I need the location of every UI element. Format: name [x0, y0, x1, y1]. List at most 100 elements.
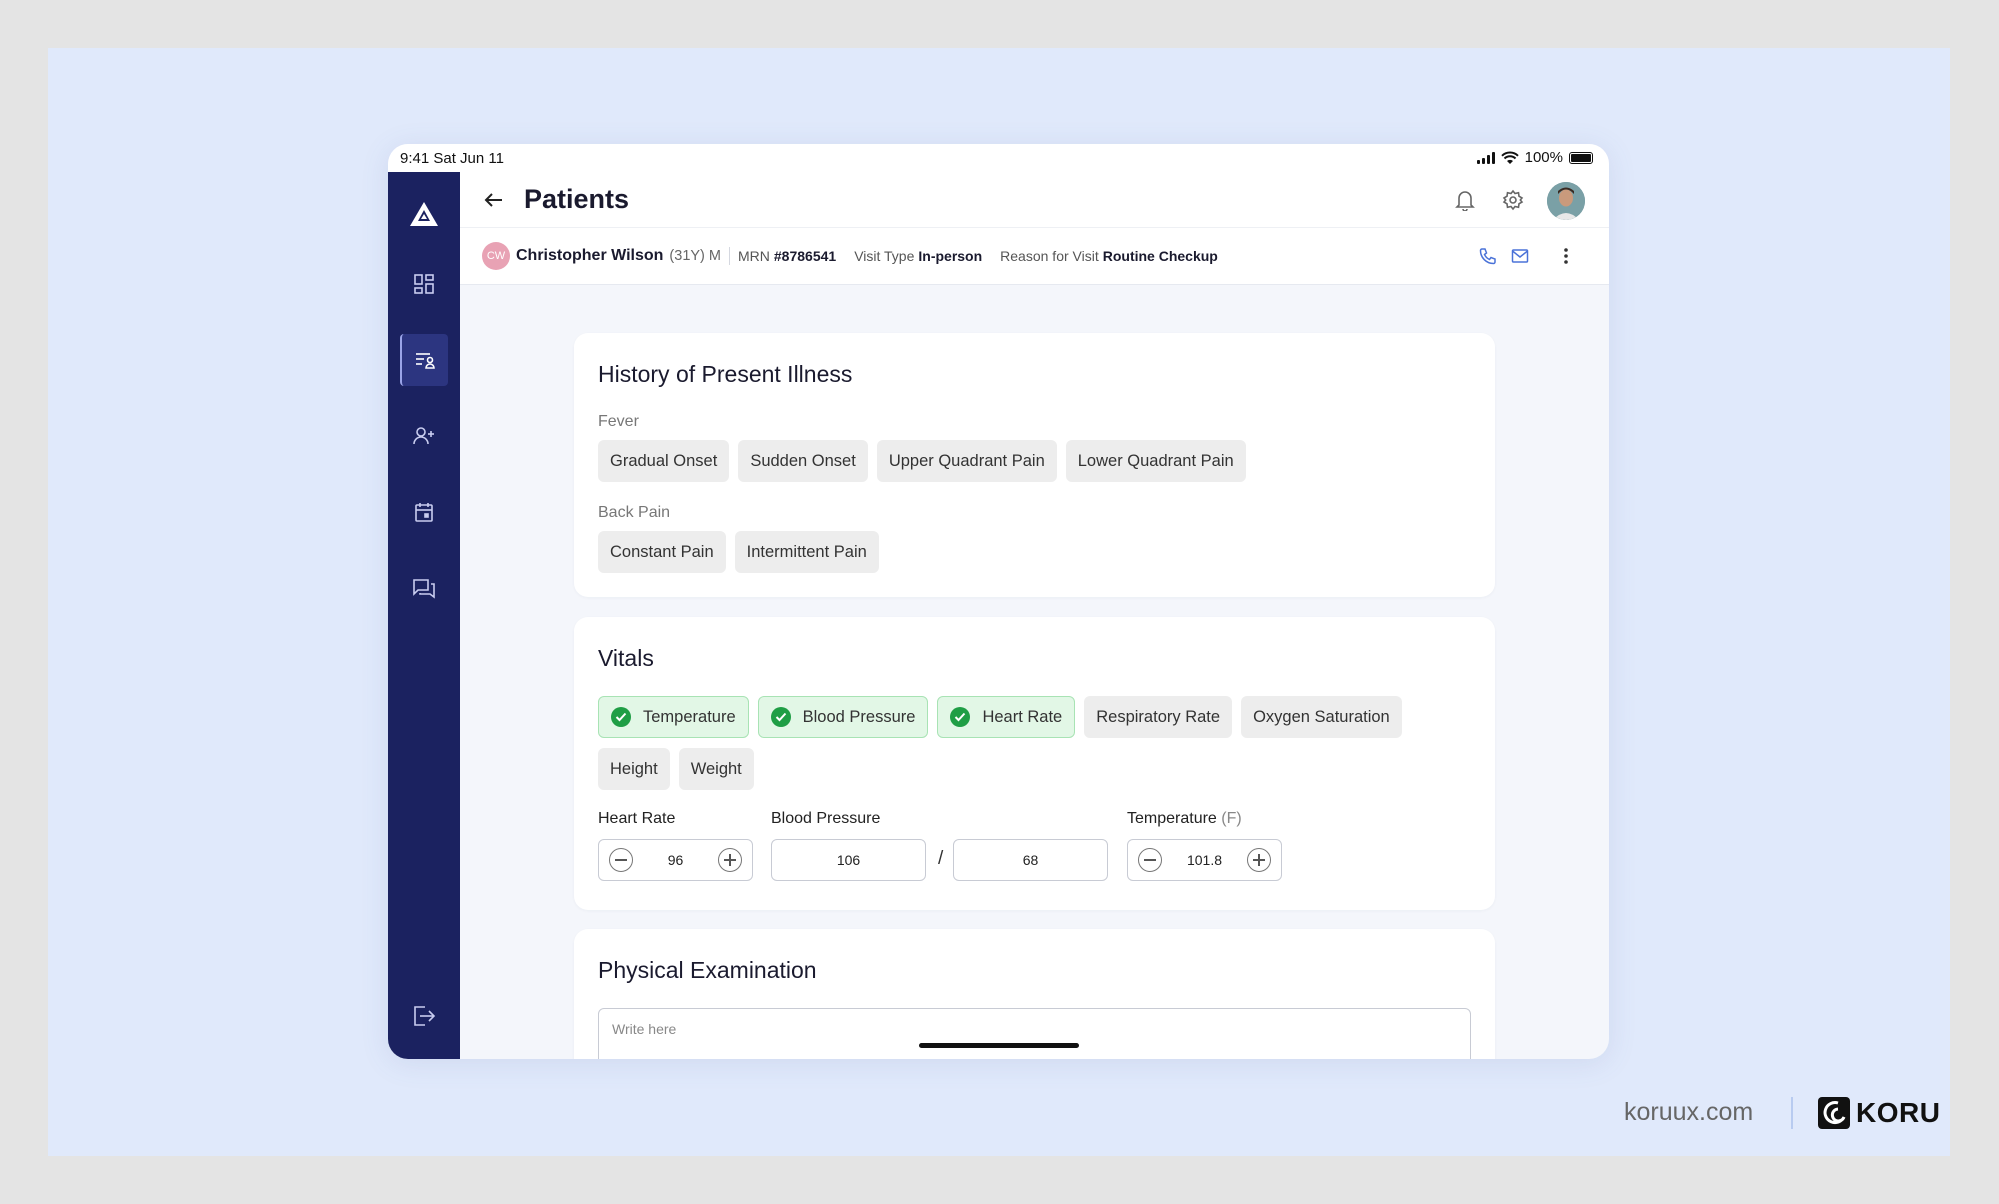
vitals-card: Vitals Temperature Blood Pressure Heart … [574, 617, 1495, 910]
vitals-title: Vitals [598, 645, 654, 671]
temperature-value[interactable]: 101.8 [1162, 852, 1247, 868]
fever-chips: Gradual Onset Sudden Onset Upper Quadran… [598, 440, 1246, 482]
sidebar-item-patients[interactable] [400, 334, 448, 386]
chip-oxygen-saturation[interactable]: Oxygen Saturation [1241, 696, 1402, 738]
chip-blood-pressure[interactable]: Blood Pressure [757, 696, 929, 738]
sidebar [388, 172, 460, 1059]
chip-label: Temperature [643, 707, 736, 726]
status-bar: 9:41 Sat Jun 11 100% [388, 144, 1609, 172]
logo-icon[interactable] [400, 194, 448, 234]
reason-label: Reason for Visit [1000, 248, 1099, 264]
sidebar-item-dashboard[interactable] [400, 258, 448, 310]
footer-brand: KORU [1856, 1097, 1941, 1128]
chip-heart-rate[interactable]: Heart Rate [937, 696, 1076, 738]
chip-gradual-onset[interactable]: Gradual Onset [598, 440, 730, 482]
battery-icon [1569, 151, 1593, 164]
page-title: Patients [524, 184, 630, 214]
footer-site: koruux.com [1624, 1098, 1754, 1126]
physical-exam-title: Physical Examination [598, 957, 817, 983]
koru-logo-icon [1818, 1097, 1850, 1129]
call-button[interactable] [1477, 245, 1499, 267]
email-button[interactable] [1509, 245, 1531, 267]
check-icon [950, 707, 971, 727]
chip-sudden-onset[interactable]: Sudden Onset [738, 440, 868, 482]
heart-rate-stepper: 96 [598, 839, 753, 881]
status-right: 100% [1476, 149, 1593, 166]
minus-icon[interactable] [609, 848, 633, 872]
patients-list-icon [416, 353, 435, 369]
notifications-button[interactable] [1453, 188, 1477, 212]
check-icon [611, 707, 631, 727]
chat-icon [413, 579, 435, 599]
more-vertical-icon [1564, 248, 1568, 264]
bell-icon [1455, 191, 1475, 211]
bp-separator: / [938, 848, 944, 869]
temperature-unit: (F) [1221, 810, 1242, 827]
vitals-chips-row-2: Height Weight [598, 748, 754, 790]
avatar[interactable] [1547, 182, 1585, 220]
tablet-frame: 9:41 Sat Jun 11 100% Patients CW Christo… [388, 144, 1609, 1059]
add-user-icon [413, 427, 434, 445]
check-icon [770, 707, 791, 727]
user-avatar-icon [1547, 182, 1585, 220]
chip-intermittent-pain[interactable]: Intermittent Pain [734, 531, 879, 573]
physical-exam-textarea[interactable]: Write here [598, 1008, 1471, 1059]
systolic-input[interactable]: 106 [771, 839, 926, 881]
chip-constant-pain[interactable]: Constant Pain [598, 531, 726, 573]
chip-weight[interactable]: Weight [678, 748, 754, 790]
patient-initials-badge: CW [482, 242, 510, 270]
back-pain-chips: Constant Pain Intermittent Pain [598, 531, 879, 573]
visit-type-value: In-person [918, 248, 983, 264]
calendar-icon [415, 503, 433, 522]
logout-icon [414, 1006, 436, 1026]
more-options-button[interactable] [1555, 244, 1577, 268]
gear-icon [1502, 189, 1524, 211]
mrn-label: MRN [738, 248, 770, 264]
chip-upper-quadrant-pain[interactable]: Upper Quadrant Pain [876, 440, 1057, 482]
plus-icon[interactable] [1247, 848, 1271, 872]
chip-temperature[interactable]: Temperature [598, 696, 749, 738]
sidebar-item-logout[interactable] [400, 990, 448, 1042]
wifi-icon [1500, 151, 1519, 164]
visit-type-label: Visit Type [854, 248, 915, 264]
patient-name: Christopher Wilson [516, 247, 664, 264]
reason-value: Routine Checkup [1102, 248, 1218, 264]
heart-rate-value[interactable]: 96 [633, 852, 718, 868]
temperature-label-text: Temperature [1127, 810, 1217, 827]
settings-button[interactable] [1501, 188, 1525, 212]
chip-label: Blood Pressure [802, 707, 916, 726]
hpi-card: History of Present Illness Fever Gradual… [574, 333, 1495, 597]
patient-contact-actions [1477, 245, 1531, 267]
heart-rate-label: Heart Rate [598, 810, 676, 827]
temperature-stepper: 101.8 [1127, 839, 1282, 881]
back-button[interactable] [482, 188, 506, 212]
dashboard-icon [414, 274, 434, 294]
temperature-label: Temperature (F) [1127, 810, 1242, 828]
battery-percent: 100% [1524, 149, 1563, 166]
diastolic-input[interactable]: 68 [953, 839, 1108, 881]
mail-icon [1511, 249, 1529, 263]
physical-exam-card: Physical Examination Write here [574, 929, 1495, 1059]
patient-age-sex: (31Y) M [669, 248, 721, 264]
status-time: 9:41 Sat Jun 11 [400, 150, 504, 167]
chip-height[interactable]: Height [598, 748, 670, 790]
minus-icon[interactable] [1138, 848, 1162, 872]
top-bar: Patients [460, 172, 1609, 228]
back-pain-label: Back Pain [598, 504, 671, 521]
home-indicator [919, 1043, 1079, 1048]
vitals-chips-row-1: Temperature Blood Pressure Heart Rate Re… [598, 696, 1402, 738]
footer-divider [1791, 1097, 1793, 1129]
divider [729, 247, 730, 265]
sidebar-item-add-patient[interactable] [400, 410, 448, 462]
chip-label: Heart Rate [982, 707, 1063, 726]
plus-icon[interactable] [718, 848, 742, 872]
hpi-title: History of Present Illness [598, 361, 853, 387]
chip-respiratory-rate[interactable]: Respiratory Rate [1084, 696, 1233, 738]
chip-lower-quadrant-pain[interactable]: Lower Quadrant Pain [1065, 440, 1246, 482]
sidebar-item-calendar[interactable] [400, 486, 448, 538]
back-arrow-icon [484, 193, 502, 207]
sidebar-item-messages[interactable] [400, 562, 448, 614]
phone-icon [1479, 248, 1496, 265]
fever-label: Fever [598, 413, 639, 430]
signal-icon [1476, 151, 1495, 164]
